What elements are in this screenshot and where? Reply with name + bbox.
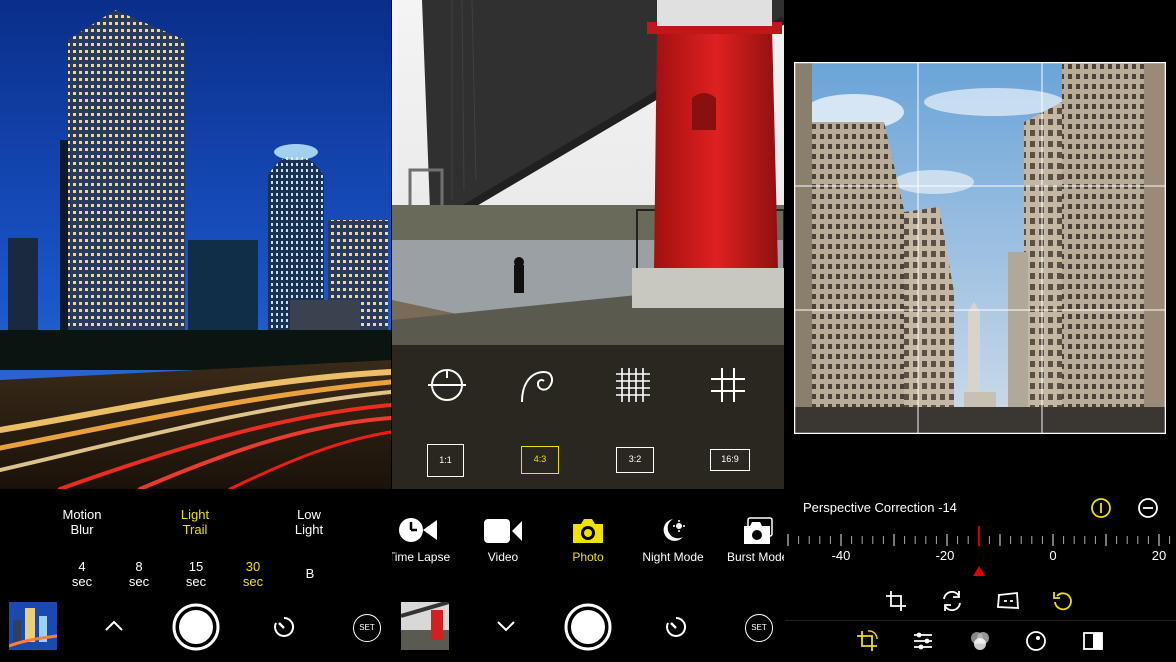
ratio-1-1[interactable]: 1:1 [427,444,464,477]
toolbar-divider [785,620,1176,621]
time-lapse-icon [399,518,437,542]
ruler-label-minus-20: -20 [935,548,955,563]
mode-label: Night Mode [642,550,704,564]
video-camera-icon [484,519,522,543]
mode-time-lapse[interactable]: Time Lapse [392,512,454,564]
duration-bulb[interactable]: B [290,566,330,581]
gallery-thumbnail[interactable] [401,602,449,650]
chevron-up-icon[interactable] [104,618,124,632]
ratio-4-3[interactable]: 4:3 [521,446,559,474]
reset-icon[interactable] [1052,590,1074,612]
perspective-transform-icon[interactable] [996,590,1020,612]
duration-4-sec[interactable]: 4 sec [62,559,102,589]
flip-rotate-icon[interactable] [940,590,964,612]
crop-rotate-tool-icon[interactable] [856,630,878,652]
shutter-button[interactable] [564,603,612,651]
vignette-icon[interactable] [1025,630,1047,652]
night-mode-icon [663,519,685,541]
ruler-label-20: 20 [1151,548,1167,563]
camera-icon [573,519,603,543]
ruler-value-marker [972,566,985,576]
vertical-perspective-icon[interactable] [1090,497,1112,519]
chevron-down-icon[interactable] [496,620,516,634]
compare-icon[interactable] [1082,630,1104,652]
mode-motion-blur[interactable]: Motion Blur [52,507,112,537]
gallery-thumbnail[interactable] [9,602,57,650]
edit-perspective-panel: Perspective Correction -14 -40 -20 0 20 [785,0,1176,662]
mode-label: Video [487,550,519,564]
filters-icon[interactable] [969,630,991,652]
self-timer-icon[interactable] [664,615,688,639]
duration-8-sec[interactable]: 8 sec [119,559,159,589]
ratio-3-2[interactable]: 3:2 [616,447,654,473]
mode-label: Photo [572,550,604,564]
photo-mode-panel: 1:1 4:3 3:2 16:9 Time Lapse Video Photo [392,0,784,662]
duration-30-sec[interactable]: 30 sec [233,559,273,589]
settings-set-button[interactable]: SET [353,614,381,642]
duration-15-sec[interactable]: 15 sec [176,559,216,589]
settings-set-button[interactable]: SET [745,614,773,642]
mode-photo[interactable]: Photo [557,512,619,564]
ratio-16-9[interactable]: 16:9 [710,449,750,471]
adjust-sliders-icon[interactable] [912,630,934,652]
perspective-ruler[interactable]: -40 -20 0 20 [785,524,1176,580]
mode-night[interactable]: Night Mode [640,512,706,564]
shutter-button[interactable] [172,603,220,651]
street-photo-preview [794,62,1166,434]
mode-burst[interactable]: Burst Mode [727,512,784,564]
city-night-photo [0,0,391,489]
mode-label: Time Lapse [392,550,451,564]
golden-spiral-icon[interactable] [518,366,556,404]
perspective-correction-label: Perspective Correction -14 [803,500,957,515]
mode-label: Burst Mode [727,550,784,564]
light-trail-panel: Motion Blur Light Trail Low Light 4 sec … [0,0,391,662]
ruler-label-0: 0 [1049,548,1057,563]
burst-mode-icon [744,517,773,544]
level-indicator-icon[interactable] [428,366,466,404]
grid-dense-icon[interactable] [614,366,652,404]
mode-low-light[interactable]: Low Light [279,507,339,537]
mode-video[interactable]: Video [472,512,534,564]
grid-thirds-icon[interactable] [709,366,747,404]
ruler-label-minus-40: -40 [831,548,851,563]
horizontal-perspective-icon[interactable] [1137,497,1159,519]
self-timer-icon[interactable] [272,615,296,639]
crop-icon[interactable] [885,590,907,612]
mode-light-trail[interactable]: Light Trail [165,507,225,537]
